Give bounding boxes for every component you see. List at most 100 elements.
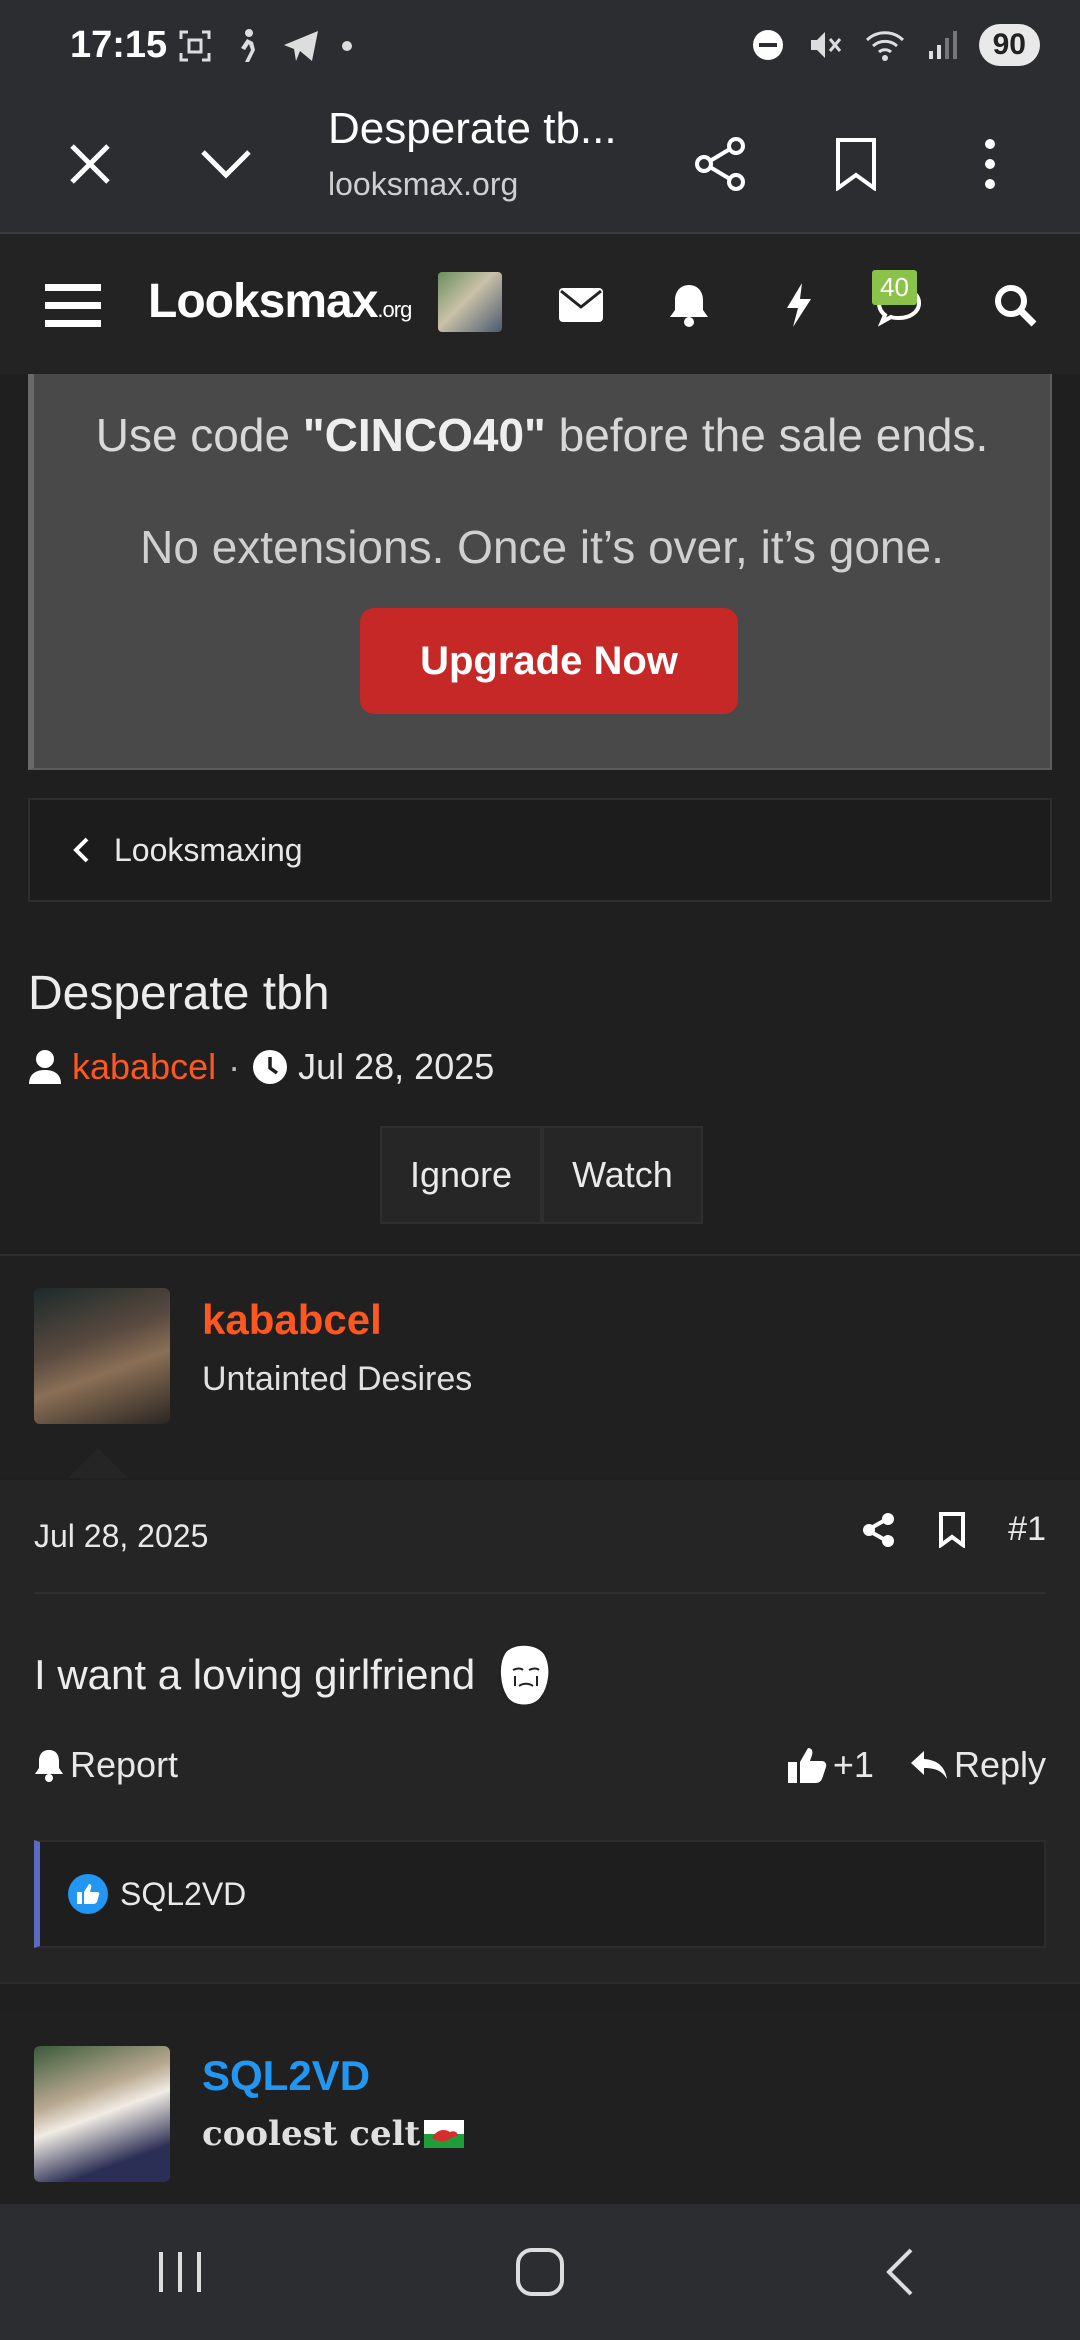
reply-label: Reply: [953, 1744, 1046, 1785]
search-button[interactable]: [980, 270, 1050, 340]
more-vertical-icon: [985, 139, 995, 189]
browser-url[interactable]: looksmax.org: [328, 166, 518, 203]
status-time: 17:15: [70, 24, 168, 66]
mute-icon: [810, 32, 841, 58]
site-navbar: Looksmax.org 40: [0, 234, 1080, 374]
bookmark-icon[interactable]: [938, 1511, 966, 1548]
user-title-row: coolest celt: [202, 2114, 465, 2154]
hamburger-icon: [45, 284, 101, 327]
logo-suffix: .org: [377, 297, 412, 322]
chevron-down-icon: [201, 150, 251, 179]
upgrade-now-button[interactable]: Upgrade Now: [360, 608, 738, 714]
bookmark-button[interactable]: [816, 124, 896, 204]
share-icon[interactable]: [862, 1512, 896, 1548]
more-options-button[interactable]: [950, 124, 1030, 204]
watch-button[interactable]: Watch: [542, 1126, 703, 1224]
reactions-bar[interactable]: SQL2VD: [34, 1840, 1046, 1948]
promo-banner: Use code "CINCO40" before the sale ends.…: [28, 374, 1052, 770]
close-icon: [70, 144, 110, 184]
thread-date[interactable]: Jul 28, 2025: [298, 1046, 494, 1088]
report-label: Report: [70, 1744, 179, 1785]
logo-text: Looksmax: [148, 275, 378, 328]
wales-flag-icon: [424, 2120, 465, 2148]
post-text: I want a loving girlfriend: [34, 1651, 476, 1698]
system-navigation-bar: [0, 2204, 1080, 2340]
envelope-icon: [559, 288, 603, 322]
user-icon: [29, 1050, 61, 1084]
thread-actions: Ignore Watch: [380, 1126, 703, 1224]
post-user-block: kababcel Untainted Desires: [0, 1256, 1080, 1478]
post-username[interactable]: SQL2VD: [202, 2052, 370, 2100]
promo-prefix: Use code: [95, 409, 303, 461]
status-icons-right: 90: [751, 24, 1040, 66]
ignore-button[interactable]: Ignore: [380, 1126, 543, 1224]
alerts-button[interactable]: [654, 270, 724, 340]
report-button[interactable]: Report: [34, 1744, 178, 1786]
crying-wojak-emoji-icon: [499, 1643, 551, 1707]
menu-button[interactable]: [38, 270, 108, 340]
post-footer-left: Report: [34, 1744, 178, 1786]
battery-indicator: 90: [978, 24, 1040, 66]
back-button[interactable]: [860, 2232, 940, 2312]
promo-code-line: Use code "CINCO40" before the sale ends.: [34, 408, 1050, 462]
post-body: Jul 28, 2025 #1 I want a loving girlfrie…: [0, 1480, 1080, 1982]
thread-title: Desperate tbh: [28, 967, 330, 1020]
chevron-left-icon: [73, 837, 89, 863]
notification-badge: 40: [872, 270, 917, 305]
post-username[interactable]: kababcel: [202, 1296, 382, 1344]
avatar[interactable]: [34, 2046, 170, 2182]
share-button[interactable]: [680, 124, 760, 204]
bell-icon: [670, 285, 708, 327]
like-count: +1: [832, 1744, 874, 1785]
home-icon: [516, 2248, 564, 2296]
breadcrumb[interactable]: Looksmaxing: [28, 798, 1052, 902]
like-button[interactable]: +1: [787, 1744, 874, 1786]
avatar[interactable]: [34, 1288, 170, 1424]
walking-icon: [241, 29, 255, 62]
post-footer-right: +1 Reply: [787, 1744, 1046, 1786]
divider: [34, 1592, 1046, 1594]
status-icons-left: [178, 28, 352, 64]
search-icon: [995, 285, 1037, 327]
close-tab-button[interactable]: [50, 124, 130, 204]
status-bar: 17:15 90: [0, 0, 1080, 96]
user-title: Untainted Desires: [202, 1360, 473, 1398]
back-icon: [886, 2248, 913, 2296]
home-button[interactable]: [500, 2232, 580, 2312]
site-logo[interactable]: Looksmax.org: [148, 274, 412, 329]
dot-icon: [342, 41, 352, 51]
reaction-user[interactable]: SQL2VD: [120, 1876, 246, 1913]
reply-button[interactable]: Reply: [910, 1744, 1046, 1786]
minimize-button[interactable]: [186, 124, 266, 204]
telegram-icon: [284, 31, 318, 61]
inbox-button[interactable]: [546, 270, 616, 340]
post-message: I want a loving girlfriend: [34, 1642, 553, 1708]
lightning-icon: [787, 283, 811, 327]
post-date[interactable]: Jul 28, 2025: [34, 1518, 208, 1555]
recent-apps-button[interactable]: [140, 2232, 220, 2312]
wifi-icon: [865, 31, 904, 61]
user-title: coolest celt: [202, 2114, 421, 2154]
bell-icon: [35, 1750, 63, 1782]
post-footer: Report +1 Reply: [34, 1744, 1046, 1786]
share-icon: [695, 137, 745, 191]
post-number[interactable]: #1: [1008, 1510, 1046, 1549]
breadcrumb-label: Looksmaxing: [114, 831, 303, 868]
recent-apps-icon: [159, 2252, 201, 2292]
pointer-triangle: [68, 1448, 128, 1478]
post-tools: #1: [862, 1510, 1046, 1549]
whats-new-button[interactable]: [764, 270, 834, 340]
browser-page-title[interactable]: Desperate tb...: [328, 104, 617, 154]
thread-author-link[interactable]: kababcel: [72, 1046, 216, 1088]
reply-icon: [910, 1751, 947, 1779]
do-not-disturb-icon: [752, 30, 783, 60]
meta-separator: ·: [228, 1046, 241, 1087]
user-avatar[interactable]: [438, 272, 502, 332]
signal-icon: [928, 31, 957, 59]
divider: [0, 1982, 1080, 1984]
post-user-block: SQL2VD coolest celt: [0, 2010, 1080, 2204]
bookmark-icon: [836, 138, 876, 191]
promo-warning: No extensions. Once it’s over, it’s gone…: [140, 521, 944, 573]
thumbs-up-icon: [787, 1748, 827, 1783]
browser-toolbar: Desperate tb... looksmax.org: [0, 96, 1080, 234]
